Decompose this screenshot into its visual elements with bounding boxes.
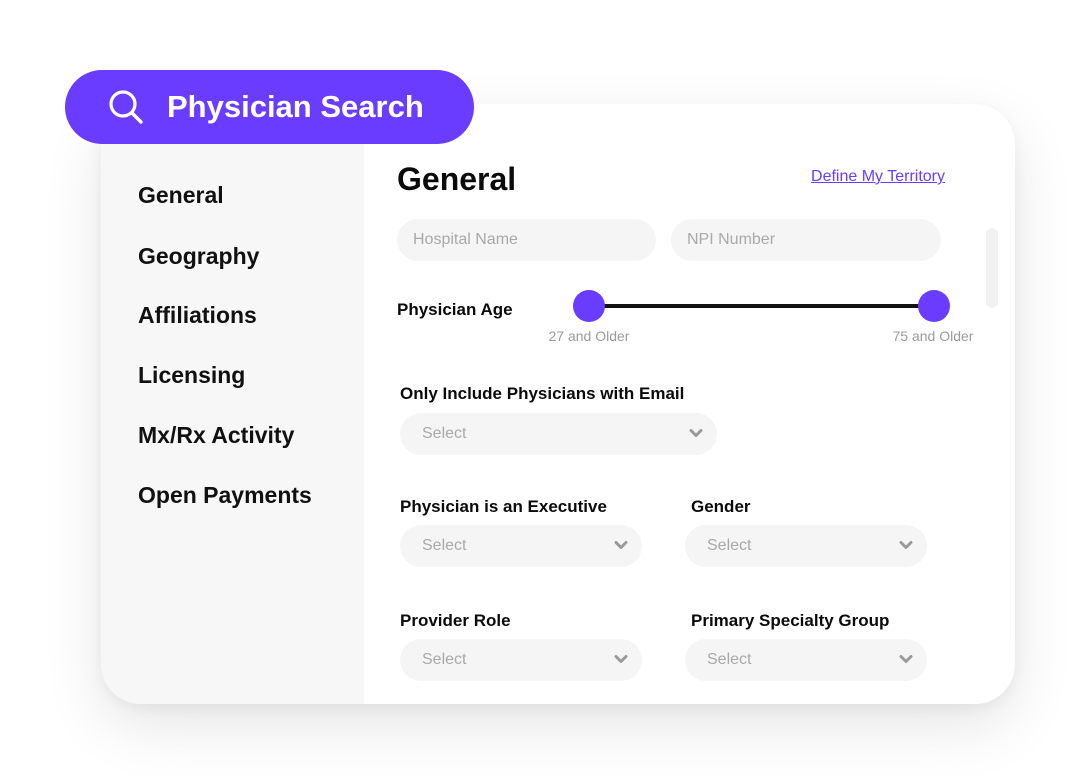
chevron-down-icon [899, 655, 913, 663]
hospital-name-input[interactable] [397, 219, 656, 261]
select-value: Select [422, 537, 467, 554]
slider-min-caption: 27 and Older [548, 328, 630, 344]
slider-max-caption: 75 and Older [892, 328, 974, 344]
sidebar-item-general[interactable]: General [138, 182, 224, 209]
sidebar-item-mx-rx-activity[interactable]: Mx/Rx Activity [138, 422, 294, 449]
executive-filter-label: Physician is an Executive [400, 497, 607, 516]
physician-age-label: Physician Age [397, 300, 513, 319]
define-territory-link[interactable]: Define My Territory [811, 168, 945, 186]
chevron-down-icon [614, 541, 628, 549]
search-icon [109, 90, 143, 124]
email-filter-label: Only Include Physicians with Email [400, 384, 685, 403]
scrollbar[interactable] [986, 228, 998, 308]
provider-role-select[interactable]: Select [400, 639, 642, 681]
physician-age-slider[interactable] [573, 290, 950, 322]
select-value: Select [707, 537, 752, 554]
chevron-down-icon [689, 429, 703, 437]
provider-role-label: Provider Role [400, 611, 511, 630]
slider-max-handle[interactable] [918, 290, 950, 322]
physician-search-header[interactable]: Physician Search [65, 70, 474, 144]
slider-min-handle[interactable] [573, 290, 605, 322]
select-value: Select [707, 651, 752, 668]
section-title: General [397, 161, 517, 197]
sidebar: General Geography Affiliations Licensing… [101, 104, 364, 704]
chevron-down-icon [899, 541, 913, 549]
sidebar-item-affiliations[interactable]: Affiliations [138, 302, 257, 329]
specialty-group-label: Primary Specialty Group [691, 611, 890, 630]
sidebar-item-open-payments[interactable]: Open Payments [138, 482, 312, 509]
sidebar-item-geography[interactable]: Geography [138, 243, 259, 270]
email-filter-select[interactable]: Select [400, 413, 717, 455]
slider-track[interactable] [589, 304, 934, 308]
select-value: Select [422, 651, 467, 668]
page: General Geography Affiliations Licensing… [0, 0, 1080, 774]
select-value: Select [422, 425, 467, 442]
npi-number-input[interactable] [671, 219, 941, 261]
executive-filter-select[interactable]: Select [400, 525, 642, 567]
gender-filter-label: Gender [691, 497, 751, 516]
search-panel: General Geography Affiliations Licensing… [101, 104, 1015, 704]
page-title: Physician Search [167, 89, 424, 124]
filter-form: General Define My Territory Physician Ag… [364, 104, 1015, 704]
sidebar-item-licensing[interactable]: Licensing [138, 362, 245, 389]
gender-filter-select[interactable]: Select [685, 525, 927, 567]
specialty-group-select[interactable]: Select [685, 639, 927, 681]
chevron-down-icon [614, 655, 628, 663]
